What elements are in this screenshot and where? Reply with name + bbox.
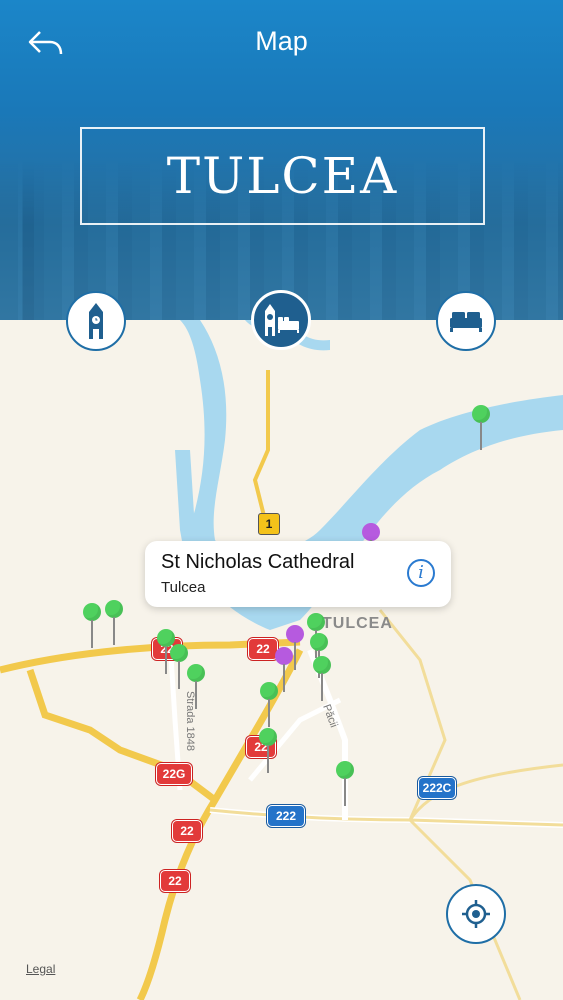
info-icon[interactable]: i (407, 559, 435, 587)
header: Map TULCEA (0, 0, 563, 320)
bed-icon (450, 312, 482, 332)
legal-link[interactable]: Legal (26, 962, 55, 976)
map-pin[interactable] (286, 625, 304, 670)
tower-and-bed-icon (265, 304, 299, 336)
road-shield: 1 (258, 513, 280, 535)
callout-title: St Nicholas Cathedral (161, 551, 355, 573)
map-city-label: TULCEA (322, 615, 393, 632)
locate-me-icon (462, 900, 490, 928)
map-pin[interactable] (260, 682, 278, 727)
road-shield: 222C (418, 777, 456, 799)
map-pin[interactable] (307, 613, 325, 658)
city-banner-text: TULCEA (166, 147, 399, 205)
category-sights-button[interactable] (66, 291, 126, 351)
page-title: Map (255, 26, 308, 56)
map-pin[interactable] (259, 728, 277, 773)
locate-me-button[interactable] (446, 884, 506, 944)
category-all-button[interactable] (251, 290, 311, 350)
map-pin[interactable] (83, 603, 101, 648)
map-pin[interactable] (157, 629, 175, 674)
road-shield: 222 (267, 805, 305, 827)
road-shield: 22G (156, 763, 192, 785)
map-pin[interactable] (336, 761, 354, 806)
clock-tower-icon (89, 303, 103, 339)
place-callout[interactable]: St Nicholas Cathedral Tulcea i (145, 541, 451, 607)
map-pin[interactable] (105, 600, 123, 645)
map-pin[interactable] (187, 664, 205, 709)
map-pin[interactable] (310, 633, 328, 678)
category-hotels-button[interactable] (436, 291, 496, 351)
map-pin[interactable] (170, 644, 188, 689)
road-shield: 22 (172, 820, 202, 842)
map-pin[interactable] (313, 656, 331, 701)
callout-subtitle: Tulcea (161, 579, 206, 596)
map-pin[interactable] (472, 405, 490, 450)
city-banner: TULCEA (80, 127, 485, 225)
road-shield: 22 (160, 870, 190, 892)
map-pin[interactable] (275, 647, 293, 692)
map-pin[interactable] (362, 523, 380, 568)
road-shield: 22 (248, 638, 278, 660)
